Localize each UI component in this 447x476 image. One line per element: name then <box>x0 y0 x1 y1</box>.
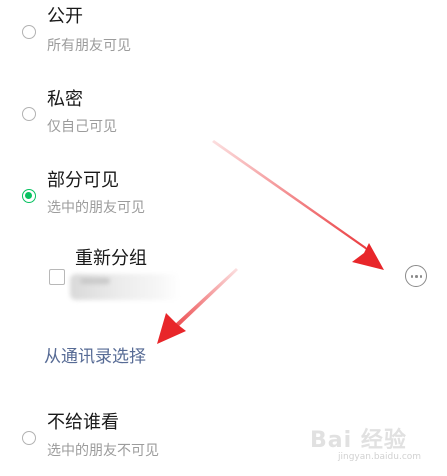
select-from-contacts-link[interactable]: 从通讯录选择 <box>44 346 146 368</box>
group-members-blurred <box>70 274 180 300</box>
radio-exclude[interactable] <box>22 431 36 445</box>
group-title[interactable]: 重新分组 <box>75 248 147 270</box>
group-checkbox[interactable] <box>49 269 65 285</box>
option-private-subtitle: 仅自己可见 <box>47 119 117 135</box>
arrow-to-more-icon <box>212 140 384 270</box>
radio-private[interactable] <box>22 107 36 121</box>
option-partial-subtitle: 选中的朋友可见 <box>47 200 145 216</box>
option-public-subtitle: 所有朋友可见 <box>47 38 131 54</box>
option-exclude-title: 不给谁看 <box>47 412 119 433</box>
option-private-title: 私密 <box>47 89 83 110</box>
radio-partial[interactable] <box>22 189 36 203</box>
option-exclude-subtitle: 选中的朋友不可见 <box>47 443 159 459</box>
option-partial-title: 部分可见 <box>47 170 119 191</box>
radio-public[interactable] <box>22 25 36 39</box>
more-horizontal-circle-icon[interactable] <box>405 265 427 287</box>
watermark-url: jingyan.baidu.com <box>338 452 422 462</box>
baidu-jingyan-watermark: Bai 经验 jingyan.baidu.com <box>300 422 440 472</box>
option-public-title: 公开 <box>47 6 83 27</box>
watermark-text: Bai 经验 <box>310 428 407 453</box>
annotation-arrows <box>157 140 384 344</box>
